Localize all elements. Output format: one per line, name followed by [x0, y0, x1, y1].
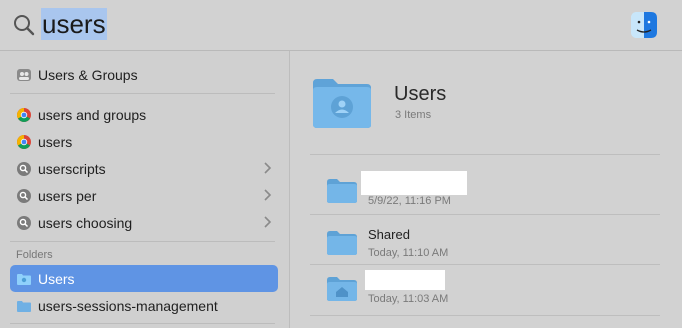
preview-item[interactable]: Today, 11:03 AM [326, 269, 656, 319]
divider [10, 241, 275, 242]
suggestion-userscripts[interactable]: userscripts [10, 155, 278, 182]
folder-icon [327, 231, 357, 255]
divider [310, 214, 660, 215]
finder-icon[interactable] [630, 11, 658, 39]
divider [310, 264, 660, 265]
home-folder-icon [327, 277, 357, 301]
preview-item-count: 3 Items [395, 109, 432, 121]
preview-item-shared[interactable]: Shared Today, 11:10 AM [326, 223, 656, 273]
section-heading-folders: Folders [16, 249, 53, 261]
folder-label: users-sessions-management [38, 297, 218, 314]
suggestion-label: userscripts [38, 160, 106, 177]
suggestion-users-choosing[interactable]: users choosing [10, 209, 278, 236]
search-bar: users [0, 0, 682, 51]
folder-icon [17, 300, 31, 312]
suggestion-users-and-groups[interactable]: users and groups [10, 101, 278, 128]
folder-label: Users [38, 270, 75, 287]
folder-icon [327, 179, 357, 203]
suggestion-users[interactable]: users [10, 128, 278, 155]
spotlight-window: users Users & Groups users and groups us… [0, 0, 682, 328]
divider [310, 154, 660, 155]
divider [310, 315, 660, 316]
item-name: Shared [368, 227, 410, 242]
result-users-groups[interactable]: Users & Groups [10, 61, 278, 88]
folder-result-users[interactable]: Users [10, 265, 278, 292]
suggestion-label: users and groups [38, 106, 147, 123]
item-date: 5/9/22, 11:16 PM [368, 195, 451, 207]
divider [10, 323, 275, 324]
item-date: Today, 11:03 AM [368, 293, 449, 305]
search-input[interactable]: users [41, 8, 107, 40]
chrome-icon [17, 107, 31, 122]
suggestion-label: users per [38, 187, 97, 204]
folder-icon [17, 273, 31, 285]
item-date: Today, 11:10 AM [368, 247, 449, 259]
chevron-right-icon [264, 162, 272, 174]
search-suggestion-icon [17, 188, 31, 203]
result-label: Users & Groups [38, 66, 138, 83]
chevron-right-icon [264, 189, 272, 201]
suggestion-label: users choosing [38, 214, 133, 231]
search-icon [14, 15, 35, 36]
suggestion-users-per[interactable]: users per [10, 182, 278, 209]
results-list: Users & Groups users and groups users us… [0, 51, 290, 328]
preview-title: Users [394, 83, 447, 105]
search-suggestion-icon [17, 215, 31, 230]
users-groups-icon [17, 68, 31, 81]
folder-result-users-sessions-management[interactable]: users-sessions-management [10, 292, 278, 319]
suggestion-label: users [38, 133, 73, 150]
users-folder-icon [313, 79, 371, 128]
divider [10, 93, 275, 94]
chrome-icon [17, 134, 31, 149]
preview-panel: Users 3 Items 5/9/22, 11:16 PM Shared To… [290, 51, 682, 328]
redacted-name [365, 270, 445, 290]
redacted-name [361, 171, 467, 195]
chevron-right-icon [264, 216, 272, 228]
search-suggestion-icon [17, 161, 31, 176]
